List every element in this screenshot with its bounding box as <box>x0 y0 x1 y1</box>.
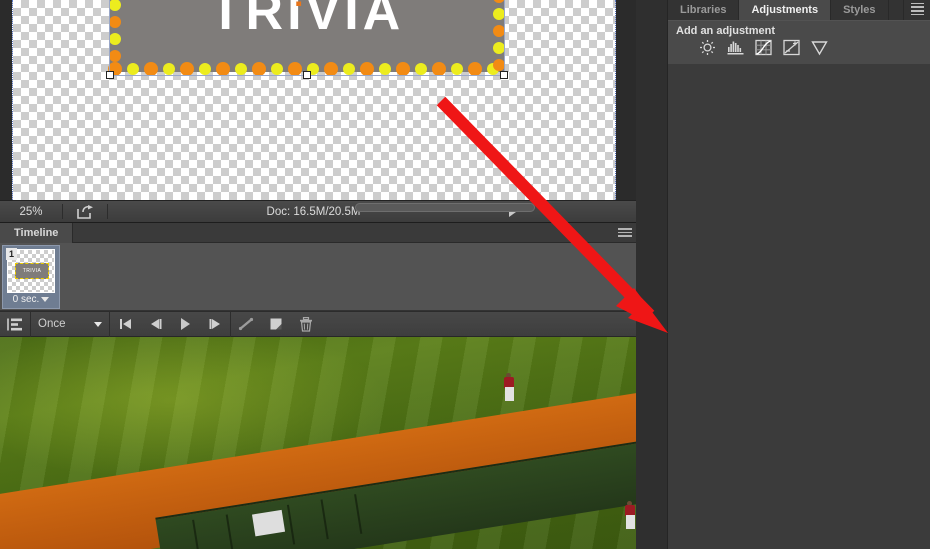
decorative-dot <box>493 8 505 20</box>
export-icon[interactable] <box>63 204 107 219</box>
previous-frame-icon[interactable] <box>140 311 170 337</box>
decorative-dot <box>379 63 391 75</box>
levels-icon[interactable] <box>726 39 745 56</box>
decorative-dot <box>451 63 463 75</box>
timeline-frames-strip[interactable]: 1 TRIVIA 0 sec. <box>0 243 636 311</box>
first-frame-icon[interactable] <box>110 311 140 337</box>
selection-handle[interactable] <box>500 71 508 79</box>
decorative-dot <box>199 63 211 75</box>
decorative-dot <box>396 62 410 76</box>
right-dock-panel: Libraries Adjustments Styles Add an adju… <box>636 0 930 549</box>
play-triangle <box>180 318 190 330</box>
baseball-field-photo <box>0 337 636 549</box>
frame-delay-selector[interactable]: 0 sec. <box>13 294 50 305</box>
loop-option-select[interactable]: Once <box>31 311 109 337</box>
decorative-dot <box>468 62 482 76</box>
adjustment-icon-row <box>668 39 930 56</box>
frame-thumbnail-text: TRIVIA <box>22 268 42 274</box>
decorative-dot <box>415 63 427 75</box>
frame-delay-value: 0 sec. <box>12 294 40 305</box>
decorative-dot <box>163 63 175 75</box>
decorative-dot <box>109 50 121 62</box>
wall-panel <box>354 489 395 534</box>
timeline-tab-bar: Timeline <box>0 223 636 243</box>
decorative-dot <box>127 63 139 75</box>
zoom-level[interactable]: 25% <box>0 206 62 218</box>
tween-icon[interactable] <box>0 311 30 337</box>
photoshop-window: TRIVIA ? ? ? 25% Doc: 16.5M/20.5M <box>0 0 930 549</box>
question-mark-decoration: ? <box>289 0 310 15</box>
chevron-down-icon <box>41 297 50 302</box>
adjustments-panel-content: Add an adjustment <box>668 20 930 64</box>
decorative-dot <box>252 62 266 76</box>
decorative-dot <box>307 63 319 75</box>
wall-sign <box>252 509 286 537</box>
duplicate-frame-icon[interactable] <box>261 311 291 337</box>
decorative-dot <box>493 42 505 54</box>
play-icon[interactable] <box>170 311 200 337</box>
vibrance-icon[interactable] <box>810 39 829 56</box>
tab-timeline[interactable]: Timeline <box>0 223 74 243</box>
decorative-dot <box>108 62 122 76</box>
timeline-toolbar: Once <box>0 311 636 337</box>
curves-icon[interactable] <box>754 39 773 56</box>
brightness-contrast-icon[interactable] <box>698 39 717 56</box>
timeline-frame[interactable]: 1 TRIVIA 0 sec. <box>2 245 60 309</box>
decorative-dot <box>493 25 505 37</box>
trash-icon[interactable] <box>291 311 321 337</box>
decorative-dot <box>109 16 121 28</box>
decorative-dot <box>271 63 283 75</box>
decorative-dot <box>288 62 302 76</box>
tween-frames-icon[interactable] <box>231 311 261 337</box>
decorative-dot <box>493 59 505 71</box>
loop-option-value: Once <box>38 318 66 330</box>
tab-bar-spacer <box>888 0 904 20</box>
document-canvas-area[interactable]: TRIVIA ? ? ? <box>0 0 636 200</box>
timeline-panel-menu-icon[interactable] <box>618 228 632 239</box>
next-frame-icon[interactable] <box>200 311 230 337</box>
frame-thumbnail-content: TRIVIA <box>15 263 49 279</box>
decorative-dot <box>144 62 158 76</box>
add-adjustment-label: Add an adjustment <box>676 25 776 37</box>
document-canvas[interactable]: TRIVIA ? ? ? <box>12 0 616 200</box>
chevron-down-icon <box>94 321 102 327</box>
decorative-dot <box>216 62 230 76</box>
trivia-banner-layer[interactable]: TRIVIA ? ? ? <box>109 0 505 72</box>
canvas-horizontal-scrollbar[interactable] <box>355 203 535 212</box>
decorative-dot <box>432 62 446 76</box>
panel-tab-bar: Libraries Adjustments Styles <box>668 0 930 20</box>
decorative-dot <box>324 62 338 76</box>
decorative-dot <box>360 62 374 76</box>
decorative-dot <box>343 63 355 75</box>
player-pants <box>504 387 514 401</box>
decorative-dot <box>180 62 194 76</box>
adjustments-panel-menu-icon[interactable] <box>904 0 930 20</box>
decorative-dot <box>109 33 121 45</box>
tab-styles[interactable]: Styles <box>831 0 889 20</box>
frame-number: 1 <box>6 248 17 260</box>
panel-icon-gutter[interactable] <box>636 0 668 549</box>
exposure-icon[interactable] <box>782 39 801 56</box>
decorative-dot <box>235 63 247 75</box>
tab-adjustments[interactable]: Adjustments <box>739 0 832 20</box>
tab-libraries[interactable]: Libraries <box>668 0 740 20</box>
document-status-bar: 25% Doc: 16.5M/20.5M <box>0 200 636 223</box>
player-pants <box>625 515 635 529</box>
